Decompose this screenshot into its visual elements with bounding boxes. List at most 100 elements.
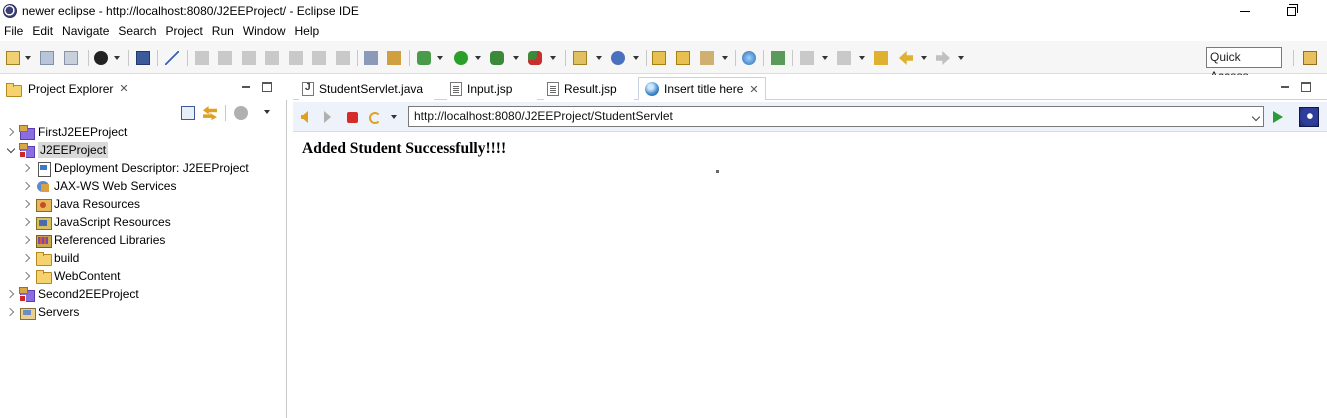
tab-result-jsp[interactable]: Result.jsp: [544, 77, 634, 100]
expand-icon[interactable]: [21, 162, 33, 174]
tree-item-servers[interactable]: Servers: [5, 303, 79, 321]
tree-item-second2eeproject[interactable]: Second2EEProject: [5, 285, 139, 303]
tree-item-javascript-resources[interactable]: JavaScript Resources: [21, 213, 171, 231]
tree-item-deployment-descriptor[interactable]: Deployment Descriptor: J2EEProject: [21, 159, 249, 177]
tree-item-referenced-libraries[interactable]: Referenced Libraries: [21, 231, 165, 249]
expand-icon[interactable]: [21, 252, 33, 264]
step-over-icon[interactable]: [312, 51, 326, 65]
close-icon[interactable]: ✕: [749, 83, 758, 96]
filter-icon[interactable]: [234, 106, 248, 120]
maximize-view-icon[interactable]: [262, 82, 272, 92]
coverage-dropdown-icon[interactable]: [513, 56, 519, 60]
resume-icon[interactable]: [195, 51, 209, 65]
maximize-editor-icon[interactable]: [1301, 82, 1311, 92]
expand-icon[interactable]: [5, 288, 17, 300]
drop-to-frame-icon[interactable]: [364, 51, 378, 65]
new-dropdown-icon[interactable]: [25, 56, 31, 60]
collapse-icon[interactable]: [5, 144, 17, 156]
new-icon[interactable]: [6, 51, 20, 65]
link-with-editor-icon[interactable]: [203, 106, 217, 120]
skip-breakpoints-icon[interactable]: [165, 51, 179, 65]
restore-button[interactable]: [1268, 0, 1314, 22]
tree-item-jax-ws-web-services[interactable]: JAX-WS Web Services: [21, 177, 176, 195]
menu-search[interactable]: Search: [114, 22, 161, 41]
back-dropdown-icon[interactable]: [921, 56, 927, 60]
menu-run[interactable]: Run: [208, 22, 239, 41]
tree-item-webcontent[interactable]: WebContent: [21, 267, 121, 285]
use-step-filters-icon[interactable]: [387, 51, 401, 65]
menu-help[interactable]: Help: [291, 22, 325, 41]
back-arrow-icon[interactable]: [301, 111, 308, 123]
minimize-view-icon[interactable]: [240, 81, 252, 93]
new-class-icon[interactable]: [611, 51, 625, 65]
stop-icon[interactable]: [347, 112, 358, 123]
step-return-icon[interactable]: [336, 51, 350, 65]
new-class-dropdown-icon[interactable]: [633, 56, 639, 60]
debug-dropdown-icon[interactable]: [437, 56, 443, 60]
menu-navigate[interactable]: Navigate: [58, 22, 114, 41]
forward-dropdown-icon[interactable]: [958, 56, 964, 60]
forward-arrow-icon[interactable]: [324, 111, 331, 123]
tree-item-build[interactable]: build: [21, 249, 79, 267]
save-icon[interactable]: [40, 51, 54, 65]
tab-insert-title-here[interactable]: Insert title here ✕: [638, 77, 766, 100]
go-icon[interactable]: [1273, 111, 1283, 123]
previous-annotation-icon[interactable]: [837, 51, 851, 65]
menu-file[interactable]: File: [0, 22, 28, 41]
expand-icon[interactable]: [21, 180, 33, 192]
expand-icon[interactable]: [21, 198, 33, 210]
expand-icon[interactable]: [5, 306, 17, 318]
next-annotation-icon[interactable]: [800, 51, 814, 65]
tab-studentservlet-java[interactable]: StudentServlet.java: [299, 77, 434, 100]
close-icon[interactable]: ✕: [119, 82, 128, 95]
tree-item-j2eeproject[interactable]: J2EEProject: [5, 141, 109, 159]
forward-icon[interactable]: [936, 51, 950, 65]
tab-input-jsp[interactable]: Input.jsp: [447, 77, 537, 100]
expand-icon[interactable]: [21, 270, 33, 282]
previous-annotation-dropdown-icon[interactable]: [859, 56, 865, 60]
refresh-icon[interactable]: [369, 112, 381, 124]
external-tools-dropdown-icon[interactable]: [550, 56, 556, 60]
open-web-browser-icon[interactable]: [742, 51, 756, 65]
open-type-icon[interactable]: [652, 51, 666, 65]
annotation-icon[interactable]: [771, 51, 785, 65]
step-into-icon[interactable]: [289, 51, 303, 65]
minimize-button[interactable]: [1222, 0, 1268, 22]
terminate-icon[interactable]: [242, 51, 256, 65]
tree-item-firstj2eeproject[interactable]: FirstJ2EEProject: [5, 123, 127, 141]
run-icon[interactable]: [454, 51, 468, 65]
expand-icon[interactable]: [21, 216, 33, 228]
view-menu-icon[interactable]: [264, 110, 270, 114]
last-edit-location-icon[interactable]: [874, 51, 888, 65]
next-annotation-dropdown-icon[interactable]: [822, 56, 828, 60]
menu-edit[interactable]: Edit: [28, 22, 58, 41]
url-input[interactable]: http://localhost:8080/J2EEProject/Studen…: [408, 106, 1264, 127]
expand-icon[interactable]: [21, 234, 33, 246]
save-all-icon[interactable]: [64, 51, 78, 65]
menu-project[interactable]: Project: [161, 22, 207, 41]
new-server-dropdown-icon[interactable]: [596, 56, 602, 60]
tree-item-java-resources[interactable]: Java Resources: [21, 195, 140, 213]
coverage-icon[interactable]: [490, 51, 504, 65]
console-icon[interactable]: [136, 51, 150, 65]
back-icon[interactable]: [899, 51, 913, 65]
open-task-icon[interactable]: [676, 51, 690, 65]
new-server-icon[interactable]: [573, 51, 587, 65]
refresh-dropdown-icon[interactable]: [391, 115, 397, 119]
debug-icon[interactable]: [417, 51, 431, 65]
search-icon[interactable]: [700, 51, 714, 65]
minimize-editor-icon[interactable]: [1279, 81, 1291, 93]
search-dropdown-icon[interactable]: [722, 56, 728, 60]
disconnect-icon[interactable]: [265, 51, 279, 65]
collapse-all-icon[interactable]: [181, 106, 195, 120]
user-dropdown-icon[interactable]: [114, 56, 120, 60]
chevron-down-icon[interactable]: [1251, 112, 1261, 122]
menu-window[interactable]: Window: [239, 22, 291, 41]
expand-icon[interactable]: [5, 126, 17, 138]
quick-access-input[interactable]: Quick Access: [1206, 47, 1282, 83]
open-perspective-icon[interactable]: [1303, 51, 1317, 65]
tab-project-explorer[interactable]: Project Explorer ✕: [0, 77, 135, 100]
suspend-icon[interactable]: [218, 51, 232, 65]
user-icon[interactable]: [94, 51, 108, 65]
run-dropdown-icon[interactable]: [475, 56, 481, 60]
